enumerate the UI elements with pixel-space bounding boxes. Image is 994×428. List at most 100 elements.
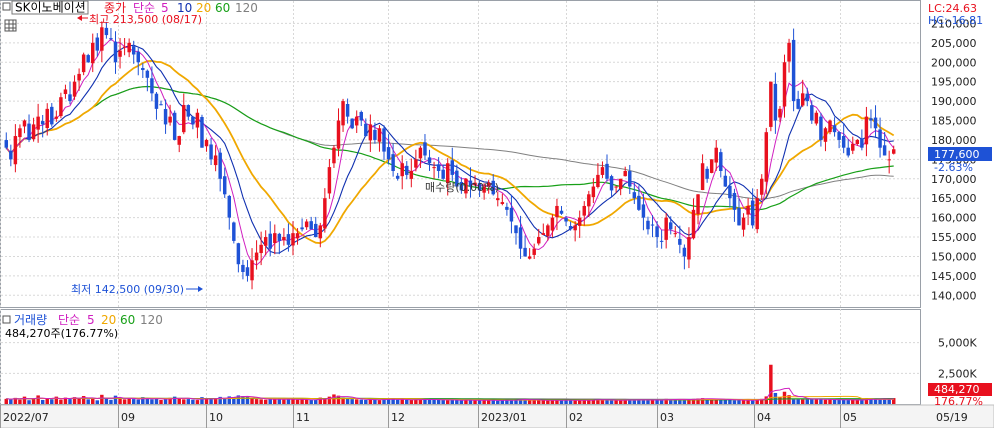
candle-body bbox=[263, 237, 268, 246]
candle-body bbox=[291, 233, 295, 246]
candle-body bbox=[805, 93, 809, 102]
date-label: 02 bbox=[569, 411, 583, 424]
candle-body bbox=[559, 210, 564, 214]
volume-bar bbox=[837, 399, 841, 404]
volume-bar bbox=[177, 398, 181, 404]
volume-bar bbox=[477, 400, 482, 404]
candle-body bbox=[382, 128, 386, 152]
volume-bar bbox=[682, 399, 687, 404]
date-label: 04 bbox=[757, 411, 771, 424]
volume-bar bbox=[172, 396, 177, 404]
volume-bar bbox=[810, 399, 814, 404]
volume-label: 거래량 bbox=[14, 313, 47, 327]
candle-body bbox=[614, 186, 618, 188]
candle-body bbox=[268, 233, 272, 249]
candle-body bbox=[100, 27, 104, 51]
volume-bar bbox=[122, 399, 127, 404]
volume-bar bbox=[395, 399, 400, 404]
candle-body bbox=[159, 104, 163, 106]
candle-body bbox=[700, 163, 705, 191]
price-tick-label: 155,000 bbox=[931, 231, 977, 244]
candle-body bbox=[828, 120, 832, 133]
candle-body bbox=[241, 264, 245, 272]
candle-body bbox=[741, 217, 746, 230]
candle-body bbox=[31, 124, 36, 140]
candle-body bbox=[436, 164, 441, 172]
candle-body bbox=[95, 37, 100, 51]
volume-bar bbox=[468, 400, 473, 404]
candle-body bbox=[418, 147, 423, 159]
volume-bar bbox=[150, 399, 154, 404]
candle-body bbox=[514, 225, 518, 234]
candle-body bbox=[837, 132, 841, 140]
volume-bar bbox=[18, 399, 22, 404]
candle-body bbox=[254, 252, 259, 261]
candle-body bbox=[773, 83, 778, 121]
candle-body bbox=[182, 104, 186, 133]
candle-body bbox=[769, 81, 773, 127]
candle-body bbox=[141, 68, 145, 71]
candle-body bbox=[596, 174, 600, 188]
volume-bar bbox=[136, 399, 140, 404]
candle-body bbox=[719, 152, 723, 172]
date-label: 05/19 bbox=[936, 411, 968, 424]
candle-body bbox=[327, 167, 332, 194]
candle-body bbox=[659, 240, 664, 242]
volume-bar bbox=[100, 394, 104, 404]
stock-name: SK이노베이션 bbox=[15, 1, 86, 15]
candle-body bbox=[68, 94, 72, 102]
candle-body bbox=[864, 116, 869, 145]
volume-bar bbox=[59, 399, 63, 404]
volume-bar bbox=[364, 399, 368, 404]
candle-body bbox=[359, 111, 363, 121]
candle-body bbox=[764, 132, 769, 182]
candle-body bbox=[282, 237, 286, 241]
volume-menu-icon[interactable] bbox=[2, 315, 11, 324]
high-annotation: 최고 213,500 (08/17) bbox=[77, 13, 202, 26]
vma5-period: 5 bbox=[87, 313, 95, 327]
volume-bar bbox=[113, 395, 118, 404]
volume-bar bbox=[841, 399, 846, 404]
candle-body bbox=[377, 128, 382, 142]
candle-body bbox=[295, 233, 300, 239]
vma20-period: 20 bbox=[101, 313, 116, 327]
candle-body bbox=[709, 159, 714, 173]
volume-panel-frame bbox=[0, 309, 921, 405]
volume-bar bbox=[22, 396, 27, 404]
price-tick-label: 180,000 bbox=[931, 134, 977, 147]
candle-body bbox=[9, 150, 13, 160]
price-tick-label: 205,000 bbox=[931, 37, 977, 50]
menu-icon[interactable] bbox=[2, 2, 11, 11]
volume-bar bbox=[282, 399, 286, 404]
price-badge-value: 177,600 bbox=[934, 148, 980, 161]
candle-body bbox=[628, 171, 632, 187]
volume-bar bbox=[91, 398, 95, 404]
volume-bar bbox=[277, 399, 282, 404]
candle-body bbox=[691, 209, 696, 239]
candle-body bbox=[882, 145, 887, 156]
candle-body bbox=[154, 93, 159, 109]
volume-bar bbox=[350, 399, 354, 404]
price-tick-label: 200,000 bbox=[931, 56, 977, 69]
candle-body bbox=[637, 195, 641, 210]
grid-toggle-icon[interactable] bbox=[4, 19, 17, 32]
volume-bar bbox=[159, 399, 163, 404]
high-label: 최고 213,500 (08/17) bbox=[89, 13, 202, 26]
candle-body bbox=[746, 205, 750, 215]
candle-body bbox=[445, 163, 450, 183]
candle-body bbox=[286, 234, 291, 245]
price-tick-label: 160,000 bbox=[931, 212, 977, 225]
candle-body bbox=[391, 154, 395, 172]
volume-axis-labels: 2,500K 5,000K bbox=[938, 337, 977, 381]
candle-body bbox=[354, 116, 359, 126]
candle-body bbox=[591, 186, 596, 198]
candle-body bbox=[509, 207, 514, 222]
candle-body bbox=[518, 227, 523, 249]
volume-bar bbox=[309, 399, 313, 404]
candle-body bbox=[632, 192, 637, 199]
candle-body bbox=[728, 185, 732, 199]
volume-bar bbox=[27, 400, 31, 404]
volume-bar bbox=[259, 399, 263, 404]
volume-bar bbox=[118, 398, 122, 404]
volume-bar bbox=[860, 400, 864, 404]
